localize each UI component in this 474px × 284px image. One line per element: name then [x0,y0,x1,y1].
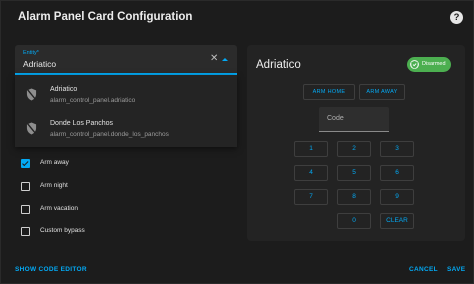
option-entity-id: alarm_control_panel.adriatico [50,97,136,104]
code-placeholder: Code [327,115,344,122]
checkbox[interactable] [21,159,30,168]
keypad-8-button[interactable]: 8 [337,189,371,205]
checkbox-label: Arm away [40,159,69,166]
keypad-9-button[interactable]: 9 [380,189,414,205]
checkbox-label: Arm night [40,182,68,189]
checkbox-label: Custom bypass [40,227,85,234]
dialog-header: Alarm Panel Card Configuration ? [1,1,473,37]
entity-label: Entity* [23,50,39,56]
preview-title: Adriatico [256,59,301,71]
help-icon[interactable]: ? [450,11,463,24]
keypad-1-button[interactable]: 1 [294,141,328,157]
keypad-3-button[interactable]: 3 [380,141,414,157]
checkbox[interactable] [21,227,30,236]
keypad-4-button[interactable]: 4 [294,165,328,181]
entity-picker[interactable]: Entity* Adriatico ✕ [15,45,237,75]
code-input[interactable]: Code [319,107,389,132]
keypad-7-button[interactable]: 7 [294,189,328,205]
shield-check-icon [410,60,419,69]
alarm-panel-preview: Adriatico Disarmed ARM HOME ARM AWAY Cod… [247,45,465,241]
shield-off-icon [26,122,37,135]
list-item[interactable]: Adriatico alarm_control_panel.adriatico [15,77,237,111]
arm-away-button[interactable]: ARM AWAY [359,84,405,100]
option-name: Donde Los Panchos [50,120,114,127]
config-dialog: Alarm Panel Card Configuration ? Entity*… [0,0,474,284]
keypad-0-button[interactable]: 0 [337,213,371,229]
keypad-clear-button[interactable]: CLEAR [380,213,414,229]
show-code-editor-button[interactable]: SHOW CODE EDITOR [15,266,87,273]
list-item[interactable]: Donde Los Panchos alarm_control_panel.do… [15,111,237,145]
checkbox[interactable] [21,205,30,214]
status-badge: Disarmed [407,57,451,72]
checkbox-label: Arm vacation [40,205,78,212]
dialog-title: Alarm Panel Card Configuration [18,11,193,23]
entity-input[interactable]: Adriatico [23,59,56,69]
close-icon[interactable]: ✕ [210,54,218,64]
cancel-button[interactable]: CANCEL [409,266,438,273]
save-button[interactable]: SAVE [447,266,465,273]
option-entity-id: alarm_control_panel.donde_los_panchos [50,131,169,138]
keypad-5-button[interactable]: 5 [337,165,371,181]
arm-home-button[interactable]: ARM HOME [303,84,355,100]
shield-off-icon [26,88,37,101]
keypad-6-button[interactable]: 6 [380,165,414,181]
checkbox[interactable] [21,182,30,191]
option-name: Adriatico [50,86,78,93]
menu-up-icon[interactable] [222,58,228,61]
entity-dropdown: Adriatico alarm_control_panel.adriatico … [15,75,237,147]
keypad-2-button[interactable]: 2 [337,141,371,157]
status-label: Disarmed [422,61,446,67]
